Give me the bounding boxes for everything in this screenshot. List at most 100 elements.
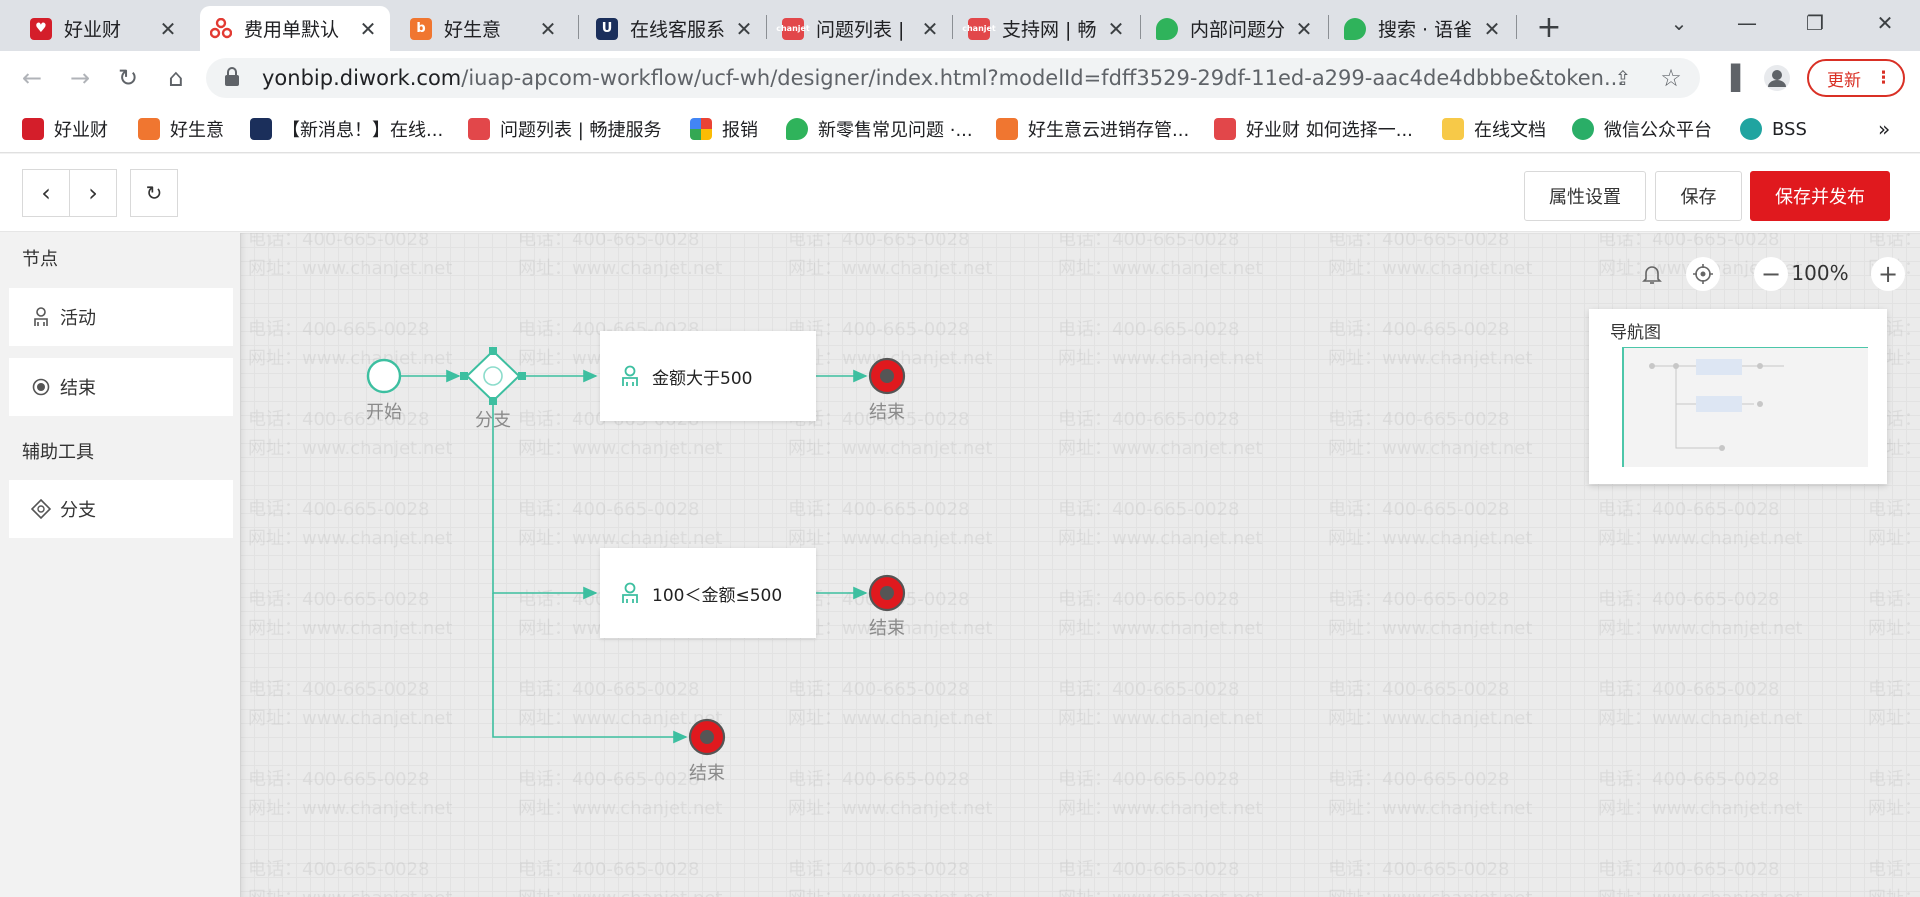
home-icon[interactable]: ⌂ (159, 61, 193, 95)
close-icon[interactable]: ✕ (918, 17, 942, 41)
bookmark-haoyecai-howto[interactable]: 好业财 如何选择一... (1214, 116, 1413, 142)
minimize-icon[interactable]: — (1722, 6, 1772, 40)
close-window-icon[interactable]: ✕ (1860, 6, 1910, 40)
bookmark-label: 【新消息！】在线... (282, 120, 444, 141)
bookmark-haoshengyi-cloud[interactable]: 好生意云进销存管... (996, 116, 1189, 142)
haoshengyi-icon: b (410, 17, 432, 40)
bookmark-reimburse[interactable]: 报销 (690, 116, 758, 142)
zoom-out-button[interactable]: − (1754, 257, 1788, 291)
close-icon[interactable]: ✕ (732, 17, 756, 41)
zoom-in-button[interactable]: + (1871, 257, 1905, 291)
address-bar[interactable]: yonbip.diwork.com/iuap-apcom-workflow/uc… (206, 58, 1700, 98)
task-node-label: 金额大于500 (652, 368, 753, 389)
back-icon[interactable]: ← (15, 61, 49, 95)
tab-title: 好生意 (444, 19, 502, 41)
property-settings-button[interactable]: 属性设置 (1524, 171, 1646, 221)
close-icon[interactable]: ✕ (536, 17, 560, 41)
start-node[interactable] (366, 358, 402, 394)
tab-issue-list[interactable]: chanjet 问题列表 | ✕ (772, 6, 952, 51)
task-node-amount-100-500[interactable]: 100＜金额≤500 (600, 548, 816, 638)
bookmark-star-icon[interactable]: ☆ (1654, 61, 1688, 95)
bookmark-bss[interactable]: BSS (1740, 116, 1807, 142)
close-icon[interactable]: ✕ (1480, 17, 1504, 41)
yuque-icon (786, 118, 808, 140)
browser-toolbar: ← → ↻ ⌂ yonbip.diwork.com/iuap-apcom-wor… (0, 51, 1920, 105)
bookmark-online-service[interactable]: 【新消息！】在线... (250, 116, 443, 142)
tab-title: 支持网 | 畅 (1002, 19, 1097, 41)
bookmark-haoshengyi[interactable]: 好生意 (138, 116, 224, 142)
pinwheel-icon (690, 118, 712, 140)
diamond-icon (31, 499, 51, 519)
yuque-icon (1344, 17, 1366, 40)
close-icon[interactable]: ✕ (356, 17, 380, 41)
bookmark-online-docs[interactable]: 在线文档 (1442, 116, 1546, 142)
profile-avatar-icon[interactable] (1760, 61, 1794, 95)
chevron-left-icon: ‹ (41, 179, 51, 207)
tab-support[interactable]: chanjet 支持网 | 畅 ✕ (958, 6, 1138, 51)
bell-icon[interactable] (1635, 257, 1669, 291)
bookmark-retail-faq[interactable]: 新零售常见问题 ·... (786, 116, 973, 142)
lock-icon (225, 67, 239, 86)
branch-gateway-node[interactable] (460, 347, 526, 405)
tab-strip: ♥ 好业财 ✕ 费用单默认 ✕ b 好生意 ✕ U 在线客服系 ✕ chanje… (0, 0, 1920, 51)
tab-haoshengyi[interactable]: b 好生意 ✕ (400, 6, 570, 51)
gear-icon (1740, 118, 1762, 140)
side-panel-icon[interactable]: ▐ (1714, 61, 1748, 95)
chanjet-icon (1214, 118, 1236, 140)
tab-internal-issues[interactable]: 内部问题分 ✕ (1146, 6, 1326, 51)
tab-title: 好业财 (64, 19, 122, 41)
reset-button[interactable]: ↻ (130, 169, 178, 217)
branch-node-label: 分支 (475, 410, 511, 431)
node-palette: 节点 活动 结束 辅助工具 分支 (0, 233, 240, 897)
end-radio-icon (31, 377, 51, 397)
tab-haoyecai[interactable]: ♥ 好业财 ✕ (20, 6, 190, 51)
end-node-label: 结束 (689, 763, 725, 784)
edge-branch-task2[interactable] (492, 405, 598, 600)
bookmark-label: 报销 (722, 120, 758, 141)
user-icon (622, 365, 638, 386)
restore-icon[interactable]: ❐ (1790, 6, 1840, 40)
bookmark-wechat-mp[interactable]: 微信公众平台 (1572, 116, 1712, 142)
end-node-3[interactable] (688, 718, 726, 756)
bookmark-label: 好生意 (170, 120, 224, 141)
close-icon[interactable]: ✕ (1292, 17, 1316, 41)
close-icon[interactable]: ✕ (156, 17, 180, 41)
palette-item-branch[interactable]: 分支 (9, 480, 233, 538)
user-icon (622, 582, 638, 603)
tab-title: 内部问题分 (1190, 19, 1286, 41)
end-node-2[interactable] (868, 574, 906, 612)
locate-icon[interactable] (1686, 257, 1720, 291)
undo-button[interactable]: ‹ (22, 169, 70, 217)
folder-icon (1442, 118, 1464, 140)
tab-expense-default[interactable]: 费用单默认 ✕ (200, 6, 390, 51)
tab-search-icon[interactable]: ⌄ (1654, 6, 1704, 40)
redo-button[interactable]: › (69, 169, 117, 217)
share-icon[interactable]: ⇪ (1606, 61, 1640, 95)
palette-item-end[interactable]: 结束 (9, 358, 233, 416)
forward-icon[interactable]: → (63, 61, 97, 95)
flow-canvas[interactable]: 电话：400-665-0028 网址：www.chanjet.net 电话：400-… (240, 233, 1920, 897)
save-and-publish-button[interactable]: 保存并发布 (1750, 171, 1890, 221)
wechat-icon (1572, 118, 1594, 140)
bookmark-label: 问题列表 | 畅捷服务 (500, 120, 662, 141)
nodes-section-title: 节点 (22, 249, 58, 270)
more-bookmarks-button[interactable]: » (1878, 116, 1890, 142)
navigator-minimap[interactable]: 导航图 (1589, 309, 1887, 484)
refresh-icon: ↻ (145, 181, 163, 205)
save-button[interactable]: 保存 (1655, 171, 1742, 221)
task-node-amount-over-500[interactable]: 金额大于500 (600, 331, 816, 421)
tab-online-service[interactable]: U 在线客服系 ✕ (586, 6, 766, 51)
end-node-1[interactable] (868, 357, 906, 395)
haoshengyi-icon (138, 118, 160, 140)
bookmark-issue-list[interactable]: 问题列表 | 畅捷服务 (468, 116, 662, 142)
bookmark-haoyecai[interactable]: 好业财 (22, 116, 108, 142)
tab-yuque-search[interactable]: 搜索 · 语雀 ✕ (1334, 6, 1514, 51)
close-icon[interactable]: ✕ (1104, 17, 1128, 41)
update-button[interactable]: 更新 ⋮ (1807, 59, 1905, 97)
minimap-viewport[interactable] (1622, 347, 1868, 467)
url-path: /iuap-apcom-workflow/ucf-wh/designer/ind… (461, 66, 1624, 90)
palette-item-activity[interactable]: 活动 (9, 288, 233, 346)
reload-icon[interactable]: ↻ (111, 61, 145, 95)
new-tab-button[interactable]: + (1532, 10, 1566, 45)
bookmark-label: 新零售常见问题 ·... (818, 120, 973, 141)
